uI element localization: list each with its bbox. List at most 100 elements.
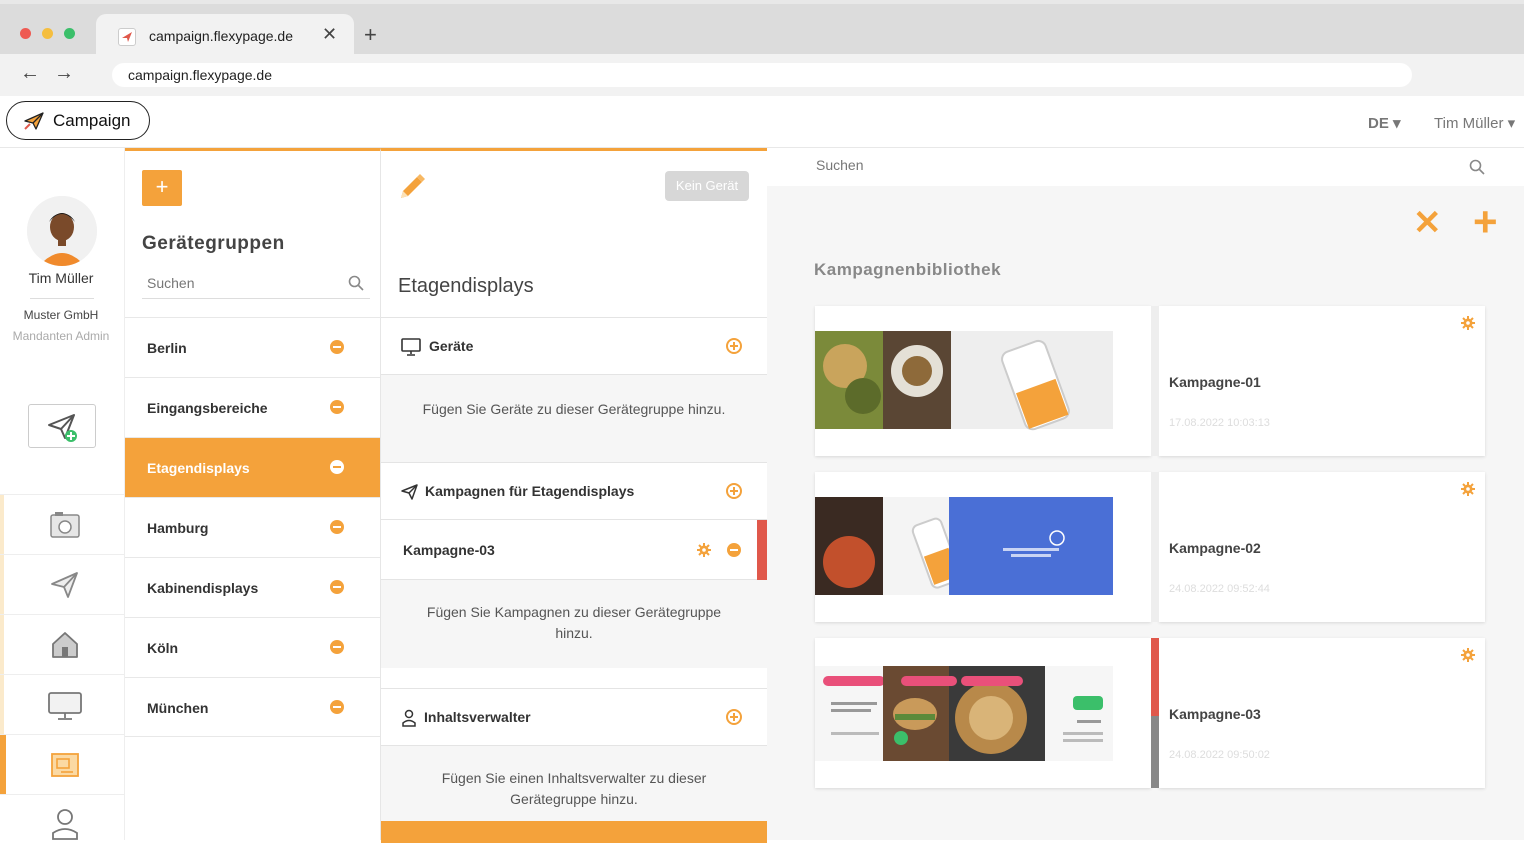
campaign-thumbnail: [815, 331, 1113, 431]
photo-icon: [50, 512, 80, 538]
group-item-eingangsbereiche[interactable]: Eingangsbereiche: [125, 377, 380, 437]
campaign-preview-1[interactable]: [815, 306, 1151, 456]
managers-empty-text: Fügen Sie einen Inhaltsverwalter zu dies…: [381, 746, 767, 821]
gear-icon[interactable]: [697, 543, 711, 557]
rail-item-locations[interactable]: [0, 614, 125, 674]
group-item-berlin[interactable]: Berlin: [125, 317, 380, 377]
forward-icon[interactable]: →: [54, 62, 74, 85]
devices-section-header: Geräte: [381, 317, 767, 375]
paper-plane-icon: [401, 484, 418, 500]
campaign-name: Kampagne-01: [1169, 374, 1261, 390]
campaign-card-2[interactable]: Kampagne-02 24.08.2022 09:52:44: [1151, 472, 1485, 622]
house-icon: [52, 632, 78, 658]
campaign-card-1[interactable]: Kampagne-01 17.08.2022 10:03:13: [1151, 306, 1485, 456]
add-group-button[interactable]: +: [142, 170, 182, 206]
remove-icon[interactable]: [330, 580, 344, 594]
group-item-hamburg[interactable]: Hamburg: [125, 497, 380, 557]
campaign-preview-2[interactable]: [815, 472, 1151, 622]
remove-icon[interactable]: [330, 460, 344, 474]
devices-empty-text: Fügen Sie Geräte zu dieser Gerätegruppe …: [381, 375, 767, 462]
favicon-icon: [118, 28, 136, 46]
monitor-icon: [401, 338, 421, 356]
add-campaign-icon[interactable]: [726, 483, 742, 499]
campaign-library-panel: Suchen ✕ + Kampagnenbibliothek Kampagne-…: [767, 148, 1524, 840]
remove-icon[interactable]: [330, 520, 344, 534]
rail-role: Mandanten Admin: [12, 329, 110, 343]
paper-plane-icon: [51, 572, 78, 598]
gear-icon[interactable]: [1461, 648, 1475, 662]
language-selector[interactable]: DE ▾: [1368, 114, 1401, 132]
detail-title: Etagendisplays: [398, 275, 534, 297]
gear-icon[interactable]: [1461, 482, 1475, 496]
browser-tab-bar: campaign.flexypage.de ✕ +: [0, 0, 1524, 58]
rail-item-device-groups[interactable]: [0, 734, 125, 794]
library-title: Kampagnenbibliothek: [814, 260, 1002, 279]
close-window-dot[interactable]: [20, 28, 31, 39]
rail-organization: Muster GmbH: [23, 308, 99, 322]
rail-item-users[interactable]: [0, 794, 125, 854]
minimize-window-dot[interactable]: [42, 28, 53, 39]
paper-plane-icon: [24, 112, 44, 130]
device-group-icon: [51, 753, 79, 777]
remove-campaign-icon[interactable]: [727, 543, 741, 557]
left-rail: Tim Müller Muster GmbH Mandanten Admin: [0, 148, 125, 840]
remove-icon[interactable]: [330, 340, 344, 354]
rail-divider: [30, 298, 94, 299]
remove-icon[interactable]: [330, 640, 344, 654]
campaign-preview-3[interactable]: [815, 638, 1151, 788]
new-campaign-button[interactable]: [28, 404, 96, 448]
group-item-muenchen[interactable]: München: [125, 677, 380, 737]
gear-icon[interactable]: [1461, 316, 1475, 330]
group-item-koeln[interactable]: Köln: [125, 617, 380, 677]
add-manager-icon[interactable]: [726, 709, 742, 725]
browser-tab[interactable]: campaign.flexypage.de ✕: [96, 14, 354, 58]
maximize-window-dot[interactable]: [64, 28, 75, 39]
search-icon: [1469, 159, 1485, 175]
groups-search-input[interactable]: Suchen: [142, 267, 370, 299]
remove-icon[interactable]: [330, 400, 344, 414]
app-header: Campaign DE ▾ Tim Müller ▾: [0, 96, 1524, 148]
library-search-input[interactable]: Suchen: [767, 148, 1524, 186]
close-library-icon[interactable]: ✕: [1413, 206, 1442, 240]
campaign-name: Kampagne-02: [1169, 540, 1261, 556]
brand-label: Campaign: [53, 111, 131, 130]
remove-icon[interactable]: [330, 700, 344, 714]
devices-header-label: Geräte: [429, 338, 474, 354]
campaign-name: Kampagne-03: [1169, 706, 1261, 722]
campaign-date: 24.08.2022 09:50:02: [1169, 749, 1270, 761]
url-text: campaign.flexypage.de: [128, 67, 272, 83]
no-device-button[interactable]: Kein Gerät: [665, 171, 749, 201]
group-item-kabinendisplays[interactable]: Kabinendisplays: [125, 557, 380, 617]
group-label: Berlin: [147, 340, 187, 356]
pencil-icon[interactable]: [397, 169, 429, 201]
search-placeholder: Suchen: [147, 275, 195, 291]
monitor-icon: [48, 692, 82, 720]
user-menu[interactable]: Tim Müller ▾: [1434, 114, 1515, 132]
group-item-etagendisplays[interactable]: Etagendisplays: [125, 437, 380, 497]
avatar: [27, 196, 97, 266]
rail-item-media[interactable]: [0, 494, 125, 554]
rail-item-campaigns[interactable]: [0, 554, 125, 614]
campaign-thumbnail: [815, 497, 1113, 595]
campaign-card-3[interactable]: Kampagne-03 24.08.2022 09:50:02: [1151, 638, 1485, 788]
add-campaign-button[interactable]: +: [1473, 201, 1498, 243]
campaign-row[interactable]: Kampagne-03: [381, 520, 767, 580]
groups-title: Gerätegruppen: [142, 233, 285, 254]
add-device-icon[interactable]: [726, 338, 742, 354]
browser-nav-bar: ← → campaign.flexypage.de: [0, 54, 1524, 96]
back-icon[interactable]: ←: [20, 62, 40, 85]
user-icon: [402, 709, 416, 727]
brand-button[interactable]: Campaign: [6, 101, 150, 140]
campaign-row-label: Kampagne-03: [403, 542, 495, 558]
tab-close-icon[interactable]: ✕: [322, 24, 337, 45]
campaign-status-strip: [1151, 306, 1159, 456]
search-icon: [348, 275, 364, 291]
rail-item-devices[interactable]: [0, 674, 125, 734]
campaign-status-strip: [1151, 638, 1159, 788]
address-bar[interactable]: campaign.flexypage.de: [112, 63, 1412, 87]
campaigns-header-label: Kampagnen für Etagendisplays: [425, 483, 635, 499]
campaigns-empty-text: Fügen Sie Kampagnen zu dieser Gerätegrup…: [381, 580, 767, 668]
new-tab-button[interactable]: +: [364, 22, 377, 48]
device-groups-panel: + Gerätegruppen Suchen Berlin Eingangsbe…: [125, 148, 381, 840]
group-label: Etagendisplays: [147, 460, 250, 476]
